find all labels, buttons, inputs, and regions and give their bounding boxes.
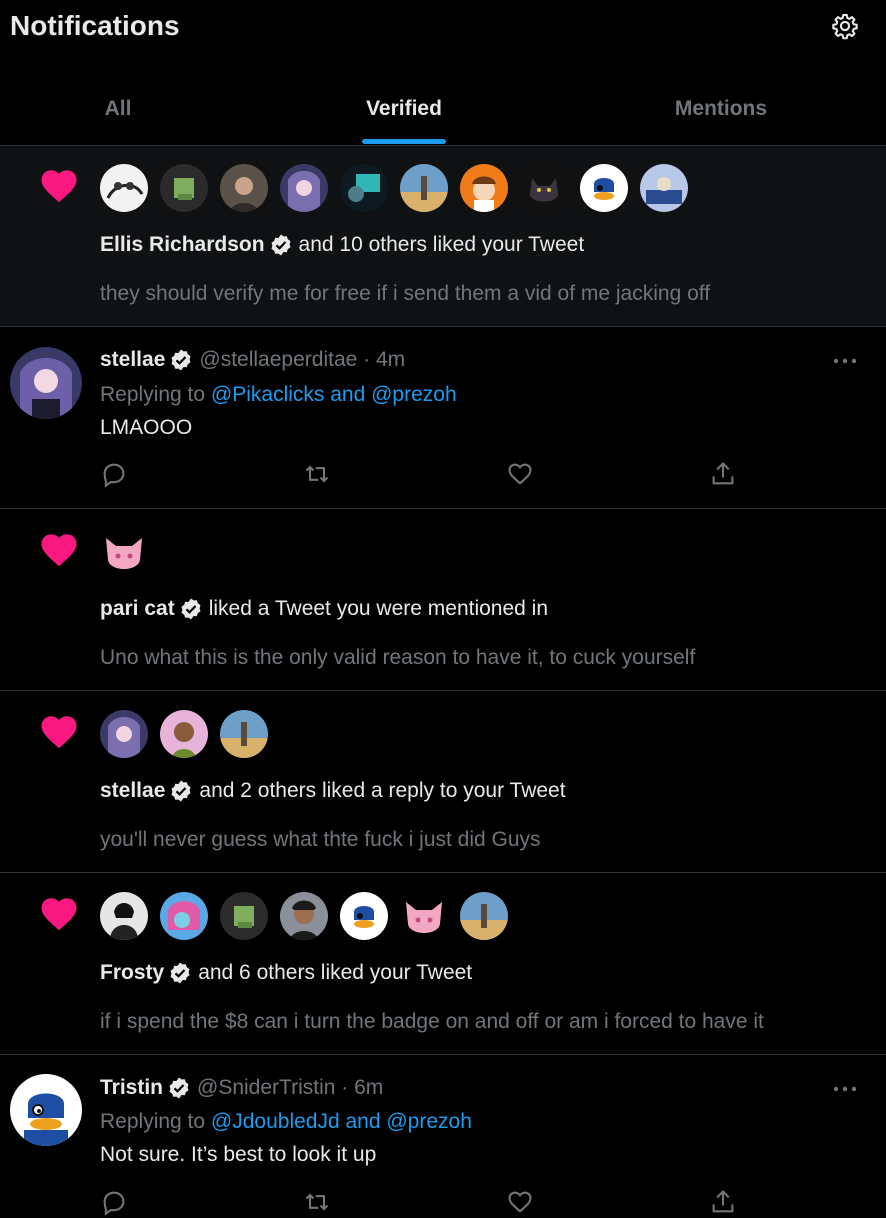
notification-snippet[interactable]: Uno what this is the only valid reason t…: [100, 646, 695, 670]
notification-like[interactable]: pari cat liked a Tweet you were mentione…: [0, 509, 886, 691]
avatar[interactable]: [280, 892, 328, 940]
avatar[interactable]: [100, 710, 148, 758]
author-name[interactable]: Tristin: [100, 1076, 163, 1100]
tweet-actions: [100, 1188, 740, 1218]
notification-text: Ellis Richardson and 10 others liked you…: [100, 233, 584, 257]
avatar[interactable]: [160, 892, 208, 940]
notification-snippet[interactable]: they should verify me for free if i send…: [100, 282, 710, 306]
retweet-icon[interactable]: [303, 460, 331, 488]
liker-avatars: [100, 710, 268, 758]
avatar[interactable]: [340, 164, 388, 212]
notification-action: and 6 others liked your Tweet: [198, 961, 473, 984]
avatar[interactable]: [580, 164, 628, 212]
avatar[interactable]: [460, 164, 508, 212]
verified-badge-icon: [169, 1077, 189, 1099]
share-icon[interactable]: [709, 1188, 737, 1216]
avatar[interactable]: [220, 892, 268, 940]
notification-snippet[interactable]: you'll never guess what thte fuck i just…: [100, 828, 541, 852]
replying-to-mentions[interactable]: @Pikaclicks and @prezoh: [211, 383, 457, 406]
heart-icon: [41, 898, 77, 931]
avatar[interactable]: [100, 164, 148, 212]
notification-action: and 2 others liked a reply to your Tweet: [199, 779, 566, 802]
replying-to-label: Replying to: [100, 383, 206, 406]
author-handle-time[interactable]: @stellaeperditae · 4m: [199, 348, 405, 372]
avatar[interactable]: [400, 892, 448, 940]
notification-action: liked a Tweet you were mentioned in: [208, 597, 549, 620]
actor-name[interactable]: Frosty: [100, 961, 164, 985]
heart-icon: [41, 716, 77, 749]
tweet[interactable]: Tristin @SniderTristin · 6m Replying to …: [0, 1055, 886, 1216]
verified-badge-icon: [171, 780, 191, 802]
page-header: Notifications: [0, 0, 886, 60]
author-handle-time[interactable]: @SniderTristin · 6m: [197, 1076, 383, 1100]
tab-mentions[interactable]: Mentions: [572, 72, 870, 145]
liker-avatars: [100, 528, 148, 576]
tab-verified[interactable]: Verified: [236, 72, 572, 145]
like-icon[interactable]: [506, 460, 534, 488]
retweet-icon[interactable]: [303, 1188, 331, 1216]
verified-badge-icon: [170, 962, 190, 984]
notification-text: Frosty and 6 others liked your Tweet: [100, 961, 472, 985]
avatar[interactable]: [460, 892, 508, 940]
more-options-icon[interactable]: [832, 1085, 858, 1093]
active-tab-indicator: [362, 139, 446, 144]
author-name[interactable]: stellae: [100, 348, 165, 372]
tweet-text: LMAOOO: [100, 416, 193, 439]
heart-icon: [41, 170, 77, 203]
avatar[interactable]: [340, 892, 388, 940]
notification-text: pari cat liked a Tweet you were mentione…: [100, 597, 548, 621]
replying-to: Replying to @JdoubledJd and @prezoh: [100, 1110, 472, 1134]
verified-badge-icon: [171, 349, 191, 371]
tab-all[interactable]: All: [0, 72, 236, 145]
replying-to-mentions[interactable]: @JdoubledJd and @prezoh: [211, 1110, 472, 1133]
tweet-text: Not sure. It’s best to look it up: [100, 1143, 377, 1166]
avatar[interactable]: [280, 164, 328, 212]
verified-badge-icon: [271, 234, 291, 256]
notification-like[interactable]: Frosty and 6 others liked your Tweet if …: [0, 873, 886, 1055]
verified-badge-icon: [181, 598, 201, 620]
notification-like[interactable]: Ellis Richardson and 10 others liked you…: [0, 146, 886, 327]
reply-icon[interactable]: [100, 1188, 128, 1216]
actor-name[interactable]: pari cat: [100, 597, 175, 621]
page-title: Notifications: [10, 10, 180, 41]
avatar[interactable]: [520, 164, 568, 212]
avatar[interactable]: [220, 164, 268, 212]
tweet[interactable]: stellae @stellaeperditae · 4m Replying t…: [0, 327, 886, 509]
notification-action: and 10 others liked your Tweet: [298, 233, 585, 256]
liker-avatars: [100, 164, 688, 212]
notification-snippet[interactable]: if i spend the $8 can i turn the badge o…: [100, 1010, 764, 1034]
tweet-header: stellae @stellaeperditae · 4m: [100, 348, 405, 372]
avatar[interactable]: [400, 164, 448, 212]
share-icon[interactable]: [709, 460, 737, 488]
tweet-actions: [100, 460, 740, 490]
replying-to-label: Replying to: [100, 1110, 206, 1133]
avatar[interactable]: [160, 164, 208, 212]
like-icon[interactable]: [506, 1188, 534, 1216]
avatar[interactable]: [10, 347, 82, 419]
heart-icon: [41, 534, 77, 567]
avatar[interactable]: [10, 1074, 82, 1146]
avatar[interactable]: [100, 528, 148, 576]
tab-bar: All Verified Mentions: [0, 72, 886, 146]
actor-name[interactable]: Ellis Richardson: [100, 233, 265, 257]
gear-icon[interactable]: [831, 12, 859, 40]
notification-text: stellae and 2 others liked a reply to yo…: [100, 779, 566, 803]
liker-avatars: [100, 892, 508, 940]
replying-to: Replying to @Pikaclicks and @prezoh: [100, 383, 457, 407]
notification-like[interactable]: stellae and 2 others liked a reply to yo…: [0, 691, 886, 873]
actor-name[interactable]: stellae: [100, 779, 165, 803]
avatar[interactable]: [160, 710, 208, 758]
avatar[interactable]: [640, 164, 688, 212]
avatar[interactable]: [220, 710, 268, 758]
tweet-header: Tristin @SniderTristin · 6m: [100, 1076, 383, 1100]
avatar[interactable]: [100, 892, 148, 940]
more-options-icon[interactable]: [832, 357, 858, 365]
reply-icon[interactable]: [100, 460, 128, 488]
